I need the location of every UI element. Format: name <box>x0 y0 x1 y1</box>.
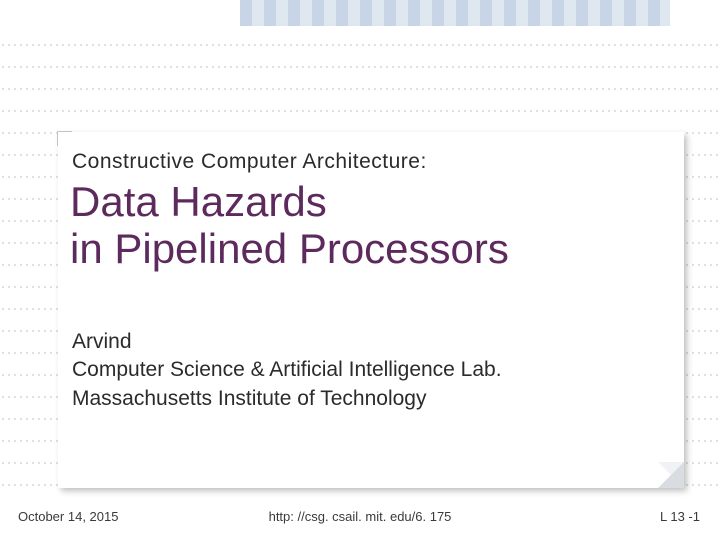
affiliation-line-2: Massachusetts Institute of Technology <box>72 387 426 410</box>
title-line-1: Data Hazards <box>70 178 327 225</box>
title-line-2: in Pipelined Processors <box>70 225 509 272</box>
slide-subtitle: Constructive Computer Architecture: <box>72 150 427 174</box>
top-stripe-band <box>240 0 670 26</box>
affiliation-line-1: Computer Science & Artificial Intelligen… <box>72 358 502 381</box>
author-block: Arvind Computer Science & Artificial Int… <box>72 328 502 413</box>
card-fold-corner <box>658 462 684 488</box>
author-name: Arvind <box>72 330 132 353</box>
slide-title: Data Hazards in Pipelined Processors <box>70 178 509 272</box>
footer-page: L 13 -1 <box>660 509 700 524</box>
footer-url: http: //csg. csail. mit. edu/6. 175 <box>0 509 720 524</box>
content-card: Constructive Computer Architecture: Data… <box>58 132 684 488</box>
